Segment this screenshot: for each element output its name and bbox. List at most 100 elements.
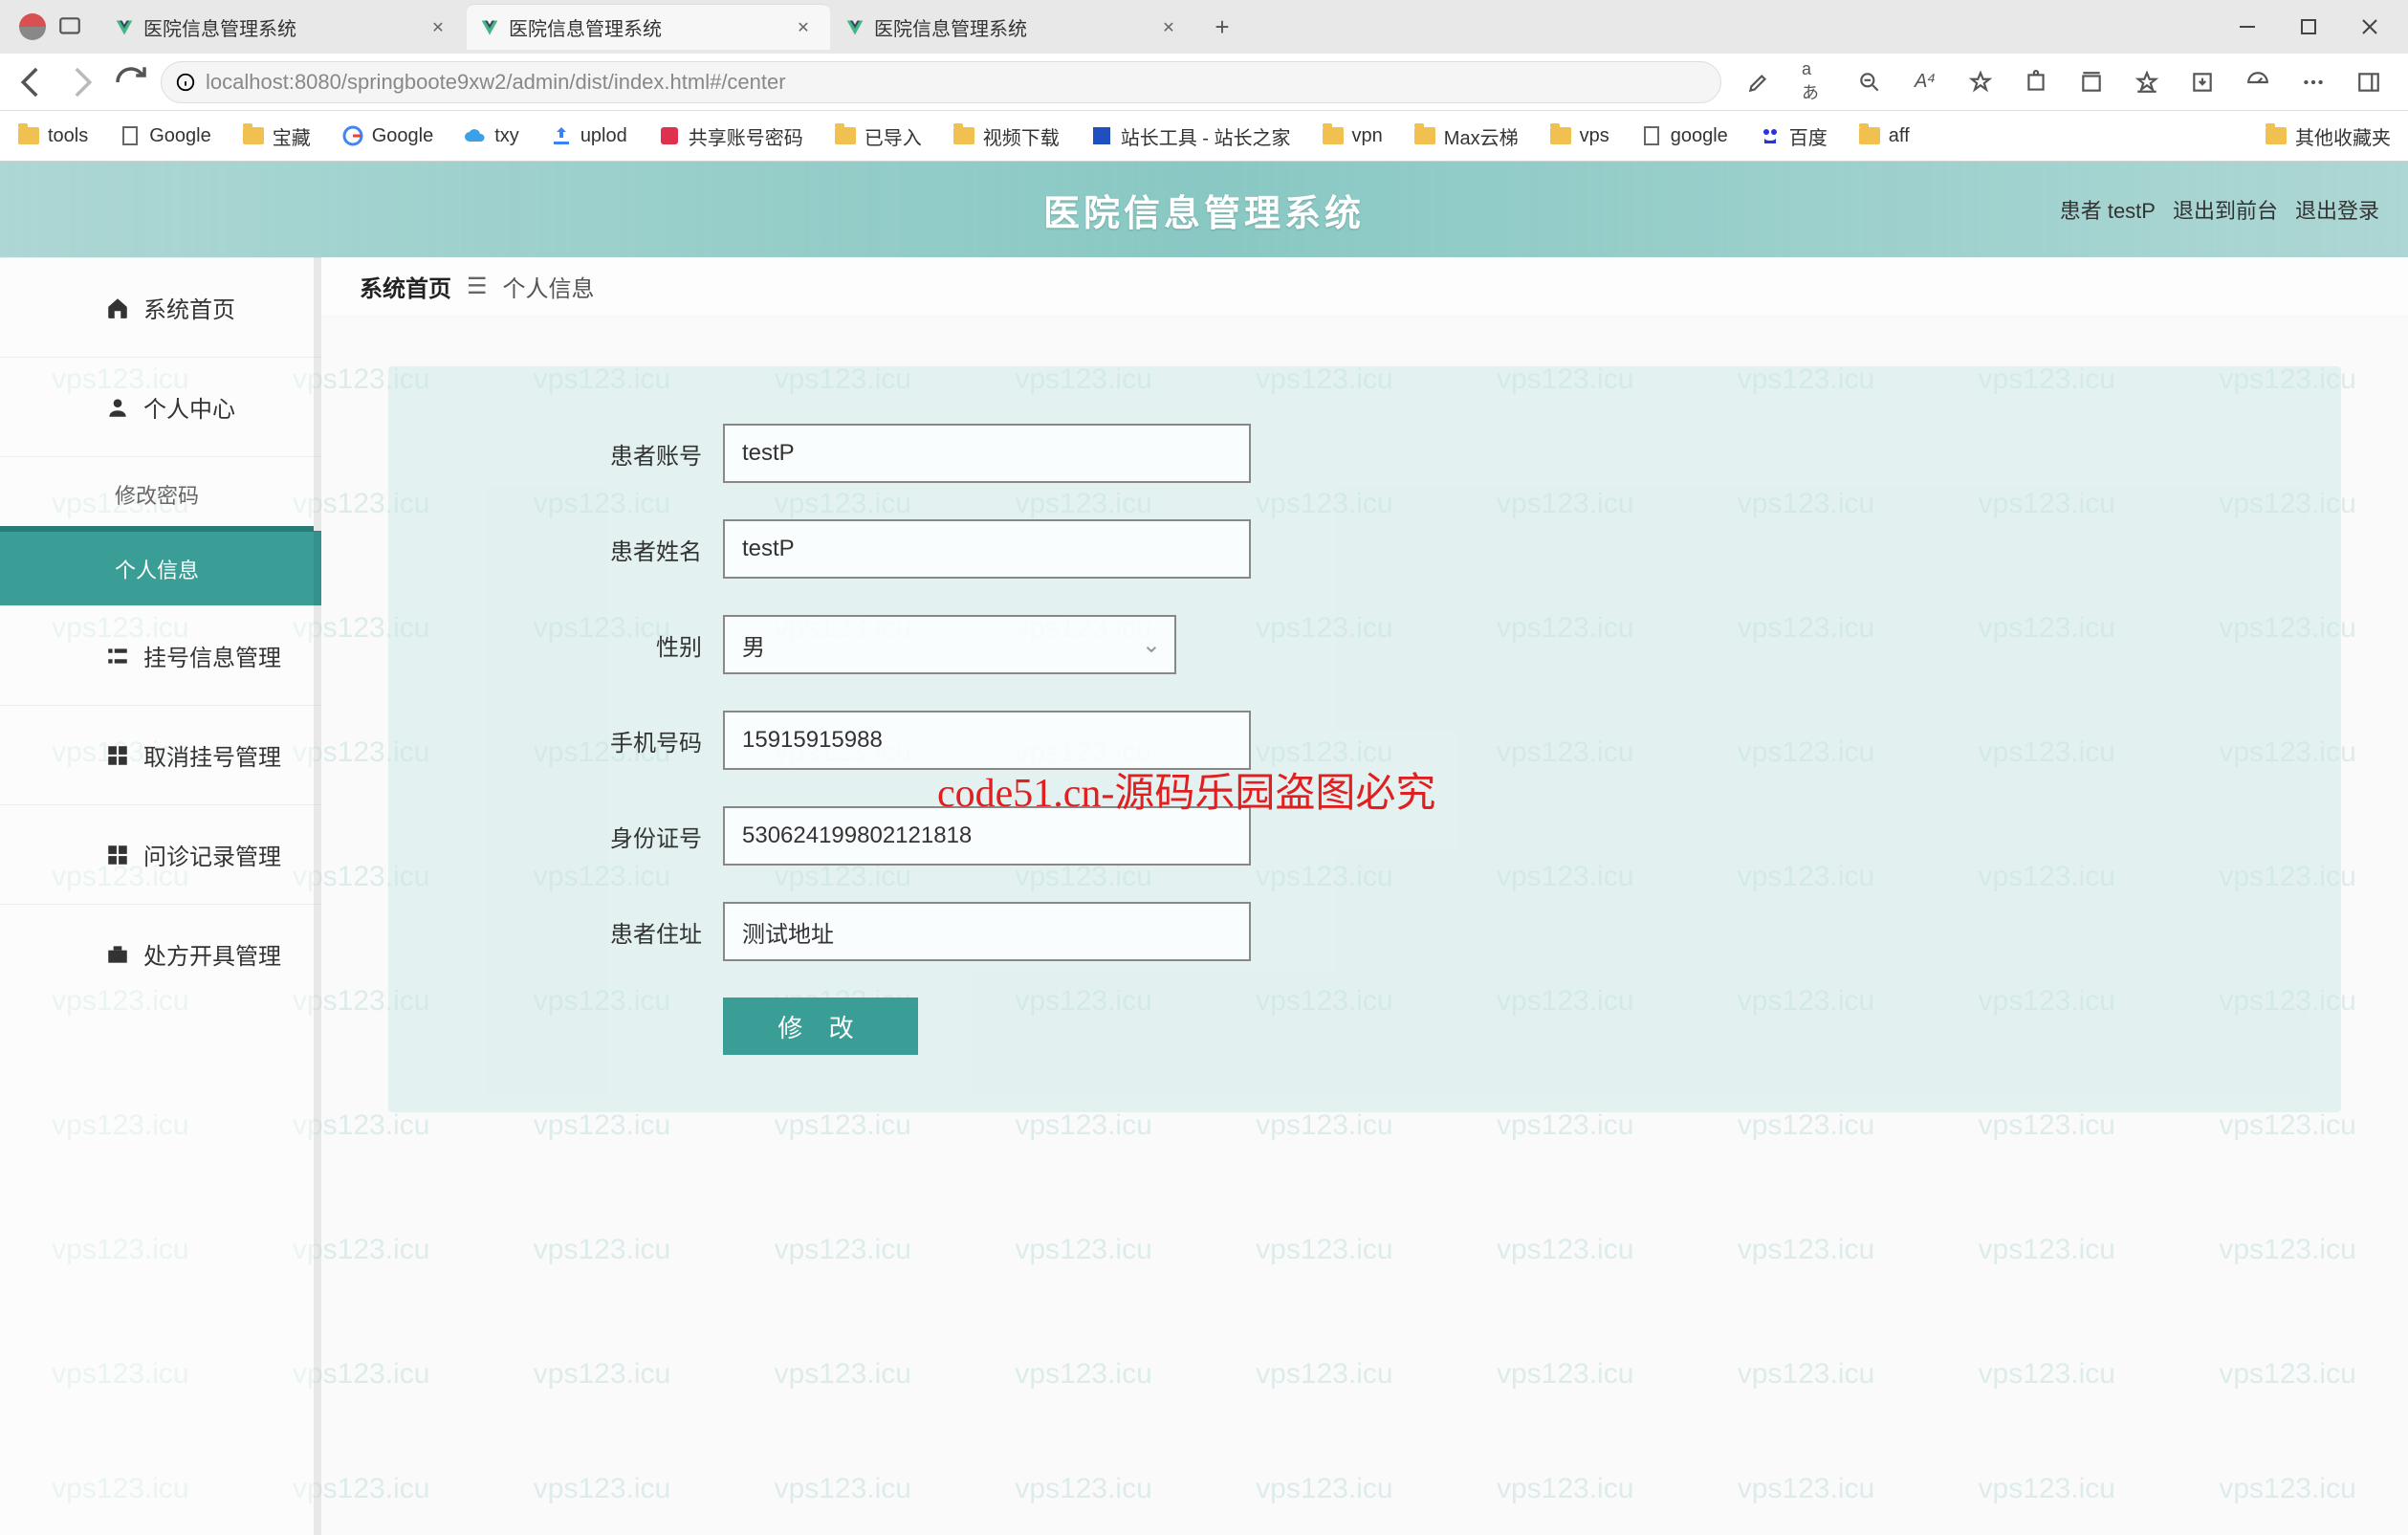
breadcrumb-current: 个人信息 (503, 270, 595, 303)
close-icon[interactable]: ✕ (428, 18, 448, 37)
site-info-icon[interactable] (175, 72, 196, 93)
bookmark-12[interactable]: vps (1543, 121, 1615, 151)
bookmark-label: vps (1580, 125, 1609, 147)
sidebar-item-2[interactable]: 修改密码 (0, 456, 321, 531)
profile-icon[interactable] (19, 13, 46, 40)
sidebar-item-3[interactable]: 个人信息 (0, 531, 321, 605)
home-icon (105, 296, 130, 320)
grid-icon (105, 843, 130, 867)
folder-icon (2265, 124, 2288, 147)
bookmark-2[interactable]: 宝藏 (236, 119, 317, 154)
url-field[interactable]: localhost:8080/springboote9xw2/admin/dis… (161, 61, 1721, 103)
submit-button[interactable]: 修 改 (723, 998, 918, 1055)
collections-icon[interactable] (2079, 70, 2104, 95)
input-idcard[interactable] (723, 806, 1251, 866)
downloads-icon[interactable] (2190, 70, 2215, 95)
sidebar-item-1[interactable]: 个人中心 (0, 357, 321, 456)
refresh-button[interactable] (111, 62, 151, 102)
label-account: 患者账号 (503, 437, 723, 471)
breadcrumb: 系统首页 ☰ 个人信息 (321, 257, 2408, 315)
bookmark-1[interactable]: Google (113, 121, 217, 151)
bookmark-13[interactable]: google (1634, 121, 1734, 151)
minimize-button[interactable] (2236, 15, 2259, 38)
folder-icon (1858, 124, 1881, 147)
form-card: 患者账号 患者姓名 性别 男 ⌄ 手机号码 (388, 366, 2341, 1112)
select-gender[interactable]: 男 ⌄ (723, 615, 1176, 674)
breadcrumb-root[interactable]: 系统首页 (360, 270, 451, 303)
url-text: localhost:8080/springboote9xw2/admin/dis… (206, 70, 1707, 95)
sidebar-toggle-icon[interactable] (2356, 70, 2381, 95)
input-account[interactable] (723, 424, 1251, 483)
form-row-phone: 手机号码 (503, 711, 2226, 770)
reader-icon[interactable]: A⁴ (1913, 70, 1937, 95)
translate-icon[interactable]: aあ (1802, 70, 1827, 95)
input-address[interactable] (723, 902, 1251, 961)
sidebar-item-label: 个人中心 (143, 390, 235, 424)
bookmark-6[interactable]: 共享账号密码 (652, 119, 809, 154)
favorites-bar-icon[interactable] (2134, 70, 2159, 95)
sidebar-item-label: 取消挂号管理 (143, 738, 281, 772)
bookmark-10[interactable]: vpn (1316, 121, 1389, 151)
bookmark-11[interactable]: Max云梯 (1408, 119, 1524, 154)
sidebar-item-0[interactable]: 系统首页 (0, 257, 321, 357)
edit-icon[interactable] (1746, 70, 1771, 95)
input-name[interactable] (723, 519, 1251, 579)
new-tab-button[interactable]: + (1203, 8, 1241, 46)
to-front-link[interactable]: 退出到前台 (2173, 194, 2278, 225)
input-phone[interactable] (723, 711, 1251, 770)
user-role-label[interactable]: 患者 testP (2060, 194, 2156, 225)
browser-tab-0[interactable]: 医院信息管理系统 ✕ (101, 4, 465, 50)
tab-title: 医院信息管理系统 (143, 13, 428, 41)
maximize-button[interactable] (2297, 15, 2320, 38)
sidebar-item-5[interactable]: 取消挂号管理 (0, 705, 321, 804)
bookmarks-bar: tools Google 宝藏 Google txy uplod 共享账号密码 已导入 视频下载… (0, 111, 2408, 161)
bookmark-label: 视频下载 (983, 122, 1060, 150)
folder-icon (17, 124, 40, 147)
upload-icon (550, 124, 573, 147)
sidebar-item-6[interactable]: 问诊记录管理 (0, 804, 321, 904)
form-row-account: 患者账号 (503, 424, 2226, 483)
bookmark-label: 已导入 (865, 122, 922, 150)
logout-link[interactable]: 退出登录 (2295, 194, 2379, 225)
extensions-icon[interactable] (2024, 70, 2048, 95)
bookmark-other[interactable]: 其他收藏夹 (2259, 119, 2397, 154)
sidebar-item-7[interactable]: 处方开具管理 (0, 904, 321, 1003)
baidu-icon (1759, 124, 1782, 147)
bookmark-3[interactable]: Google (336, 121, 440, 151)
address-bar: localhost:8080/springboote9xw2/admin/dis… (0, 54, 2408, 111)
bookmark-4[interactable]: txy (458, 121, 525, 151)
close-icon[interactable]: ✕ (794, 18, 813, 37)
favorite-icon[interactable] (1968, 70, 1993, 95)
bookmark-7[interactable]: 已导入 (828, 119, 928, 154)
close-window-button[interactable] (2358, 15, 2381, 38)
sidebar-item-4[interactable]: 挂号信息管理 (0, 605, 321, 705)
sidebar-item-label: 个人信息 (115, 554, 199, 584)
bookmark-15[interactable]: aff (1852, 121, 1915, 151)
tool-icon (1090, 124, 1113, 147)
bookmark-5[interactable]: uplod (544, 121, 633, 151)
label-phone: 手机号码 (503, 724, 723, 757)
browser-tab-1[interactable]: 医院信息管理系统 ✕ (467, 4, 830, 50)
chevron-down-icon: ⌄ (1142, 631, 1161, 659)
vue-favicon (115, 18, 134, 37)
bookmark-0[interactable]: tools (11, 121, 94, 151)
close-icon[interactable]: ✕ (1159, 18, 1178, 37)
browser-tab-2[interactable]: 医院信息管理系统 ✕ (832, 4, 1195, 50)
form-row-idcard: 身份证号 (503, 806, 2226, 866)
more-icon[interactable] (2301, 70, 2326, 95)
forward-button[interactable] (61, 62, 101, 102)
header-right: 患者 testP 退出到前台 退出登录 (2060, 194, 2379, 225)
performance-icon[interactable] (2245, 70, 2270, 95)
toolbar-icons: aあ A⁴ (1731, 70, 2397, 95)
tab-list-icon[interactable] (57, 14, 82, 39)
bookmark-14[interactable]: 百度 (1753, 119, 1833, 154)
tab-strip: 医院信息管理系统 ✕ 医院信息管理系统 ✕ 医院信息管理系统 ✕ + (0, 0, 2408, 54)
back-button[interactable] (11, 62, 52, 102)
app-header: 医院信息管理系统 患者 testP 退出到前台 退出登录 (0, 162, 2408, 257)
folder-icon (952, 124, 975, 147)
bookmark-9[interactable]: 站长工具 - 站长之家 (1084, 119, 1297, 154)
bookmark-label: 其他收藏夹 (2295, 122, 2391, 150)
bookmark-8[interactable]: 视频下载 (947, 119, 1065, 154)
zoom-icon[interactable] (1857, 70, 1882, 95)
app-title: 医院信息管理系统 (1043, 184, 1365, 236)
